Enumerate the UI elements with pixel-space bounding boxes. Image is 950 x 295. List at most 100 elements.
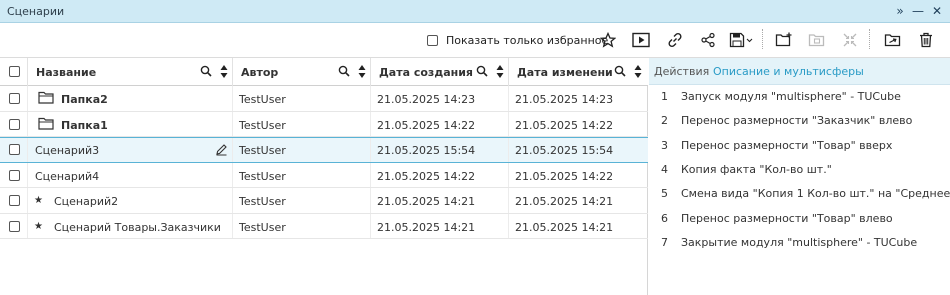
row-checkbox[interactable]	[9, 144, 20, 155]
search-icon[interactable]	[476, 65, 488, 77]
row-checkbox[interactable]	[9, 195, 20, 206]
search-icon[interactable]	[200, 65, 212, 77]
grid-header: Название Автор Дата создания Дата измене…	[0, 58, 648, 86]
table-row[interactable]: Папка1 TestUser 21.05.2025 14:22 21.05.2…	[0, 111, 648, 137]
name-cell: ★ Сценарий Товары.Заказчики	[28, 213, 233, 238]
row-checkbox[interactable]	[9, 93, 20, 104]
row-name: Папка2	[61, 93, 108, 106]
play-icon[interactable]	[630, 29, 652, 51]
row-name: Сценарий2	[54, 195, 119, 208]
header-name[interactable]: Название	[28, 58, 233, 86]
close-icon[interactable]: ✕	[927, 1, 947, 21]
select-all-checkbox[interactable]	[9, 66, 20, 77]
name-cell: Папка1	[28, 111, 233, 136]
table-row[interactable]: ★ Сценарий Товары.Заказчики TestUser 21.…	[0, 213, 648, 239]
link-icon[interactable]	[664, 29, 686, 51]
step-number: 1	[661, 90, 668, 103]
created-cell: 21.05.2025 14:23	[371, 86, 509, 111]
row-created: 21.05.2025 15:54	[377, 144, 476, 157]
list-item: 6 Перенос размерности "Товар" влево	[649, 207, 950, 231]
save-icon[interactable]	[728, 29, 756, 51]
sort-icon[interactable]	[634, 64, 642, 79]
toolbar: Показать только избранное	[0, 23, 950, 58]
row-modified: 21.05.2025 14:22	[515, 118, 614, 132]
name-cell: ★ Сценарий2	[28, 188, 233, 213]
row-created: 21.05.2025 14:23	[377, 93, 476, 106]
collapse-icon[interactable]	[839, 29, 861, 51]
author-cell: TestUser	[233, 188, 371, 213]
search-icon[interactable]	[338, 65, 350, 77]
sort-icon[interactable]	[220, 64, 228, 79]
header-modified-label: Дата изменени...	[517, 66, 612, 79]
favorites-only-checkbox[interactable]	[427, 35, 438, 46]
table-row[interactable]: ★ Сценарий2 TestUser 21.05.2025 14:21 21…	[0, 188, 648, 214]
modified-cell: 21.05.2025 14:21	[509, 214, 648, 239]
sort-icon[interactable]	[496, 64, 504, 79]
step-number: 7	[661, 235, 668, 249]
row-name: Сценарий3	[35, 144, 100, 157]
step-number: 5	[661, 187, 668, 201]
toolbar-separator	[869, 29, 870, 49]
folder-icon	[38, 91, 54, 107]
row-checkbox[interactable]	[9, 169, 20, 181]
row-author: TestUser	[239, 220, 286, 234]
list-item: 2 Перенос размерности "Заказчик" влево	[649, 109, 950, 133]
row-modified: 21.05.2025 14:22	[515, 169, 614, 183]
move-to-folder-icon[interactable]	[806, 29, 828, 51]
author-cell: TestUser	[233, 162, 371, 187]
list-item: 5 Смена вида "Копия 1 Кол-во шт." на "Сре…	[649, 182, 950, 206]
panel-tabs: Действия Описание и мультисферы	[649, 58, 950, 85]
created-cell: 21.05.2025 14:21	[371, 213, 509, 238]
row-name: Сценарий4	[35, 169, 100, 183]
step-text: Закрытие модуля "multisphere" - TUCube	[681, 235, 918, 249]
new-folder-icon[interactable]	[773, 29, 795, 51]
step-number: 4	[661, 162, 668, 176]
header-modified[interactable]: Дата изменени...	[509, 58, 648, 86]
row-select-cell	[0, 188, 28, 213]
header-name-label: Название	[36, 66, 97, 79]
modified-cell: 21.05.2025 14:22	[509, 163, 648, 188]
tab-description[interactable]: Описание и мультисферы	[713, 65, 864, 78]
table-row-selected[interactable]: Сценарий3 TestUser 21.05.2025 15:54 21.0…	[0, 137, 648, 163]
table-row[interactable]: Папка2 TestUser 21.05.2025 14:23 21.05.2…	[0, 86, 648, 112]
row-name: Папка1	[61, 118, 108, 132]
step-text: Перенос размерности "Товар" вверх	[681, 138, 893, 152]
name-cell: Сценарий4	[28, 162, 233, 187]
minimize-icon[interactable]: —	[908, 1, 928, 21]
row-created: 21.05.2025 14:22	[377, 169, 476, 183]
share-icon[interactable]	[697, 29, 719, 51]
list-item: 3 Перенос размерности "Товар" вверх	[649, 134, 950, 158]
row-author: TestUser	[239, 195, 286, 208]
star-icon[interactable]	[597, 29, 619, 51]
import-icon[interactable]	[882, 29, 904, 51]
list-item: 4 Копия факта "Кол-во шт."	[649, 158, 950, 182]
row-checkbox[interactable]	[9, 220, 20, 232]
created-cell: 21.05.2025 14:22	[371, 162, 509, 187]
edit-icon[interactable]	[215, 143, 228, 159]
table-row[interactable]: Сценарий4 TestUser 21.05.2025 14:22 21.0…	[0, 162, 648, 188]
sort-icon[interactable]	[358, 64, 366, 79]
search-icon[interactable]	[614, 65, 626, 77]
row-select-cell	[0, 86, 28, 111]
details-panel: Действия Описание и мультисферы 1 Запуск …	[649, 58, 950, 295]
row-modified: 21.05.2025 14:23	[515, 93, 614, 106]
row-created: 21.05.2025 14:21	[377, 220, 476, 234]
row-select-cell	[0, 213, 28, 238]
row-checkbox[interactable]	[9, 118, 20, 130]
created-cell: 21.05.2025 15:54	[371, 138, 509, 162]
list-item: 7 Закрытие модуля "multisphere" - TUCube	[649, 231, 950, 255]
name-cell: Папка2	[28, 86, 233, 111]
row-modified: 21.05.2025 14:21	[515, 220, 614, 234]
row-select-cell	[0, 138, 28, 162]
row-modified: 21.05.2025 15:54	[515, 144, 614, 157]
window-title: Сценарии	[7, 5, 65, 18]
row-author: TestUser	[239, 118, 286, 132]
expand-icon[interactable]: »	[890, 1, 910, 21]
delete-icon[interactable]	[915, 29, 937, 51]
tab-actions[interactable]: Действия	[654, 65, 709, 78]
header-created[interactable]: Дата создания	[371, 58, 509, 86]
list-item: 1 Запуск модуля "multisphere" - TUCube	[649, 85, 950, 109]
author-cell: TestUser	[233, 138, 371, 162]
header-author[interactable]: Автор	[233, 58, 371, 86]
step-number: 6	[661, 211, 668, 225]
